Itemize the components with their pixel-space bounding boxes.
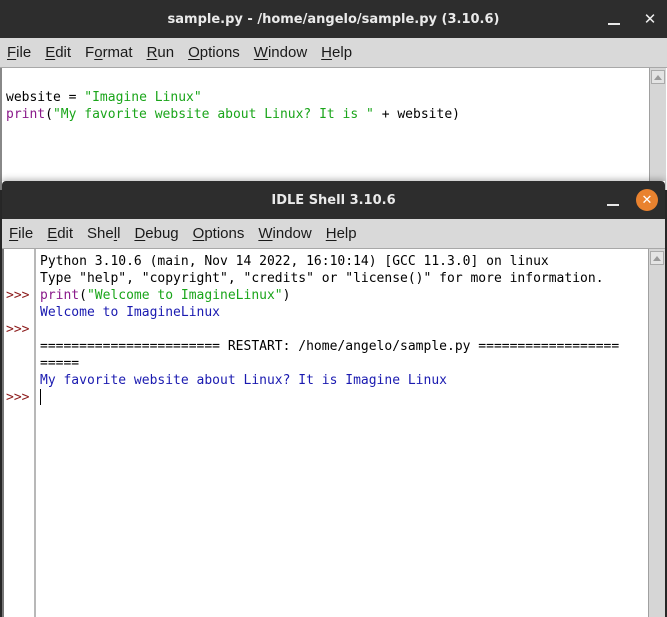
menu-label-part: dit <box>55 44 72 61</box>
menu-label-part: ptions <box>204 225 245 242</box>
prompt-gutter: >>> >>> >>> <box>4 249 36 617</box>
shell-menu-file[interactable]: File <box>2 225 40 242</box>
menu-mnemonic: D <box>134 225 146 242</box>
command-paren: ) <box>282 288 291 303</box>
menu-label-part: l <box>117 225 121 242</box>
shell-text-area[interactable]: Python 3.10.6 (main, Nov 14 2022, 16:10:… <box>36 249 647 617</box>
prompt-marker: >>> <box>6 390 30 405</box>
code-line-2-paren: ( <box>45 107 53 122</box>
menu-label-part: ebug <box>145 225 179 242</box>
banner-line-2: Type "help", "copyright", "credits" or "… <box>40 271 604 286</box>
code-line-2-rest: + website) <box>373 107 460 122</box>
menu-label-part: indow <box>272 225 312 242</box>
editor-text-area[interactable]: website = "Imagine Linux" print("My favo… <box>0 68 667 190</box>
shell-scrollbar[interactable] <box>648 249 665 617</box>
editor-scrollbar[interactable] <box>649 68 666 190</box>
menu-mnemonic: E <box>45 44 56 61</box>
shell-title: IDLE Shell 3.10.6 <box>271 192 396 208</box>
editor-menu-options[interactable]: Options <box>181 44 247 61</box>
code-line-2-keyword: print <box>6 107 46 122</box>
banner-line-1: Python 3.10.6 (main, Nov 14 2022, 16:10:… <box>40 254 549 269</box>
menu-mnemonic: o <box>94 44 103 61</box>
shell-menubar: File Edit Shell Debug Options Window Help <box>2 219 665 249</box>
menu-label-part: elp <box>336 225 357 242</box>
menu-mnemonic: H <box>325 225 337 242</box>
shell-menu-help[interactable]: Help <box>319 225 364 242</box>
menu-label-part: ptions <box>199 44 240 61</box>
editor-menu-help[interactable]: Help <box>314 44 359 61</box>
command-string: "Welcome to ImagineLinux" <box>86 288 283 303</box>
text-cursor <box>40 389 41 405</box>
shell-menu-edit[interactable]: Edit <box>40 225 80 242</box>
shell-menu-debug[interactable]: Debug <box>127 225 185 242</box>
code-line-1-var: website = <box>6 90 85 105</box>
menu-label-part: ile <box>16 44 32 61</box>
shell-titlebar[interactable]: IDLE Shell 3.10.6 ✕ <box>2 181 665 219</box>
editor-title: sample.py - /home/angelo/sample.py (3.10… <box>167 11 500 27</box>
gutter-spacer <box>6 254 14 269</box>
menu-label-part: F <box>85 44 95 61</box>
editor-window: sample.py - /home/angelo/sample.py (3.10… <box>0 0 667 190</box>
shell-window: IDLE Shell 3.10.6 ✕ File Edit Shell Debug Op… <box>2 181 665 617</box>
menu-label-part: dit <box>57 225 74 242</box>
menu-label-part: She <box>87 225 114 242</box>
code-line-2-string: "My favorite website about Linux? It is … <box>52 107 374 122</box>
scroll-up-arrow-icon[interactable] <box>651 70 665 84</box>
menu-mnemonic: F <box>9 225 19 242</box>
shell-menu-window[interactable]: Window <box>251 225 318 242</box>
restart-line-2: ===== <box>40 356 80 371</box>
editor-menu-run[interactable]: Run <box>140 44 182 61</box>
menu-mnemonic: W <box>258 225 273 242</box>
code-line-1-string: "Imagine Linux" <box>84 90 202 105</box>
editor-menu-format[interactable]: Format <box>78 44 140 61</box>
shell-body: >>> >>> >>> Python 3.10.6 (main, Nov 14 … <box>2 249 665 617</box>
editor-menu-window[interactable]: Window <box>247 44 314 61</box>
prompt-marker: >>> <box>6 322 30 337</box>
close-icon[interactable]: ✕ <box>639 8 661 30</box>
restart-line-1: ======================= RESTART: /home/a… <box>40 339 620 354</box>
menu-mnemonic: O <box>188 44 200 61</box>
editor-titlebar[interactable]: sample.py - /home/angelo/sample.py (3.10… <box>0 0 667 38</box>
shell-menu-options[interactable]: Options <box>186 225 252 242</box>
menu-label-part: elp <box>332 44 353 61</box>
menu-label-part: rmat <box>102 44 133 61</box>
output-line-1: Welcome to ImagineLinux <box>40 305 221 320</box>
editor-menu-file[interactable]: File <box>0 44 38 61</box>
prompt-marker: >>> <box>6 288 30 303</box>
editor-menubar: File Edit Format Run Options Window Help <box>0 38 667 68</box>
output-line-2: My favorite website about Linux? It is I… <box>40 373 447 388</box>
menu-label-part: un <box>157 44 175 61</box>
menu-mnemonic: F <box>7 44 17 61</box>
menu-label-part: ile <box>18 225 34 242</box>
close-icon[interactable]: ✕ <box>636 189 658 211</box>
shell-menu-shell[interactable]: Shell <box>80 225 127 242</box>
menu-label-part: indow <box>267 44 308 61</box>
minimize-icon[interactable] <box>607 204 619 206</box>
command-keyword: print <box>40 288 80 303</box>
scroll-up-arrow-icon[interactable] <box>650 251 664 265</box>
menu-mnemonic: R <box>146 44 158 61</box>
minimize-icon[interactable] <box>608 23 620 25</box>
menu-mnemonic: E <box>47 225 58 242</box>
command-paren: ( <box>79 288 87 303</box>
editor-menu-edit[interactable]: Edit <box>38 44 78 61</box>
menu-mnemonic: O <box>192 225 205 242</box>
menu-mnemonic: W <box>253 44 268 61</box>
menu-mnemonic: H <box>321 44 333 61</box>
